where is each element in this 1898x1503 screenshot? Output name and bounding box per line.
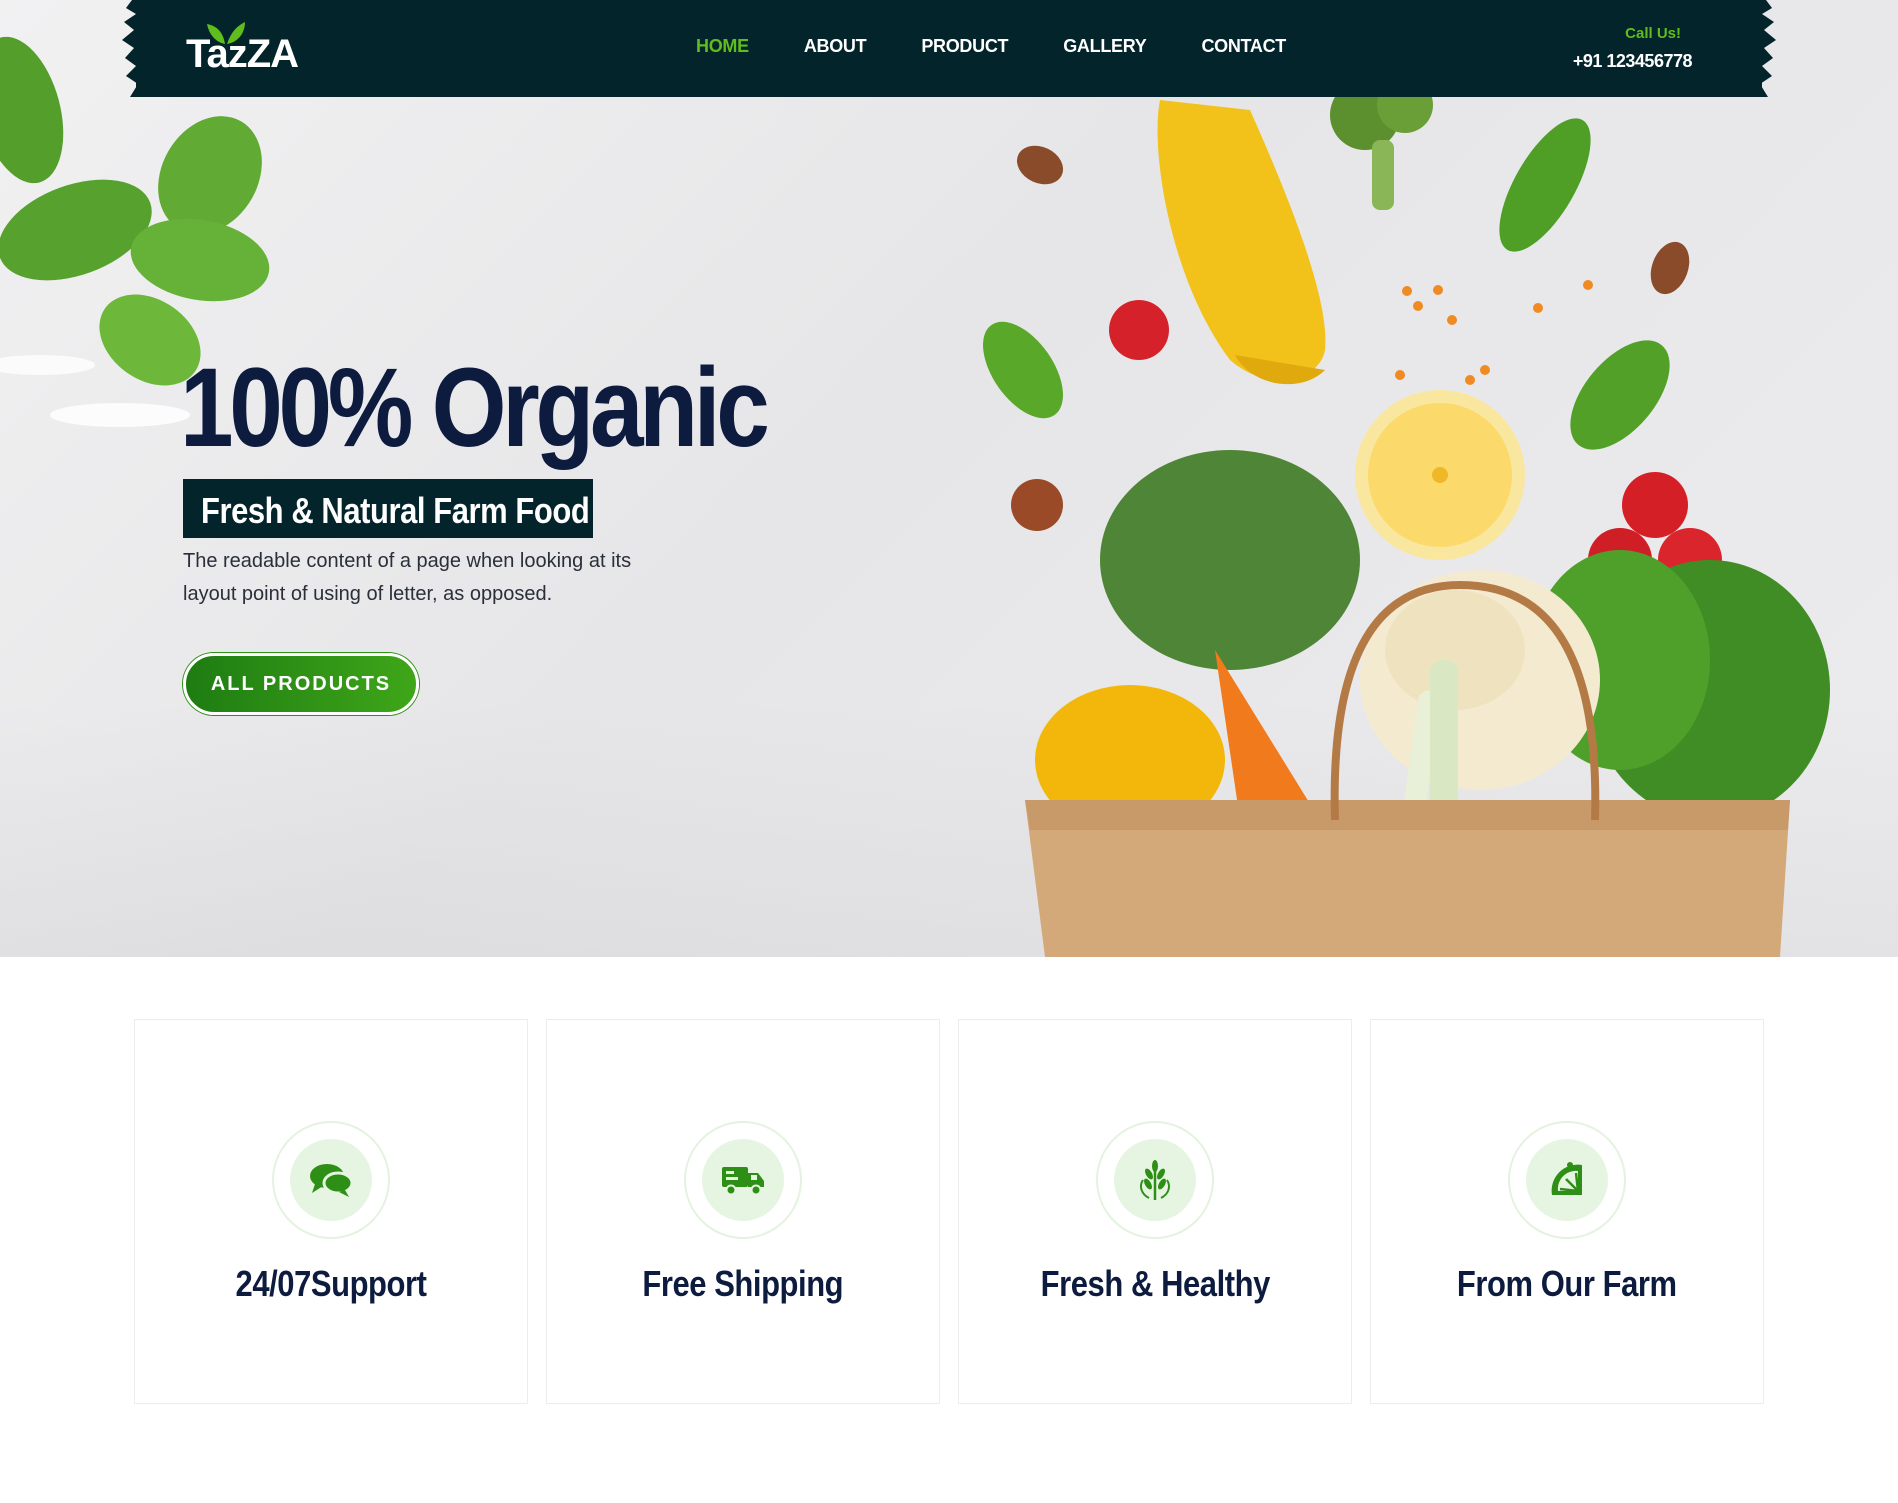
hero-subtitle: Fresh & Natural Farm Food bbox=[201, 490, 590, 531]
hero-description: The readable content of a page when look… bbox=[183, 550, 632, 605]
call-us-label: Call Us! bbox=[1625, 25, 1681, 42]
nav-item-about[interactable]: ABOUT bbox=[804, 36, 867, 57]
feature-title-shipping: Free Shipping bbox=[642, 1263, 844, 1304]
call-us-phone[interactable]: +91 123456778 bbox=[1573, 51, 1693, 72]
hero-title: 100% Organic bbox=[180, 345, 770, 470]
hero-banner: TazZA HOME ABOUT PRODUCT GALLERY CONTACT… bbox=[0, 0, 1898, 957]
feature-title-fresh: Fresh & Healthy bbox=[1040, 1263, 1270, 1304]
hero-subtitle-banner: Fresh & Natural Farm Food bbox=[183, 479, 593, 538]
feature-icon-ring bbox=[684, 1121, 802, 1239]
nav-item-home[interactable]: HOME bbox=[696, 36, 749, 57]
feature-icon-ring bbox=[272, 1121, 390, 1239]
feature-title-farm: From Our Farm bbox=[1457, 1263, 1677, 1304]
feature-card-farm: From Our Farm bbox=[1370, 1019, 1764, 1404]
features-section: 24/07Support Free Shipping Fresh & Healt… bbox=[134, 1019, 1765, 1404]
chat-bubbles-icon bbox=[310, 1164, 354, 1197]
top-navbar: TazZA HOME ABOUT PRODUCT GALLERY CONTACT… bbox=[122, 0, 1776, 97]
lime-slice-icon bbox=[1551, 1162, 1582, 1195]
feature-icon-ring bbox=[1096, 1121, 1214, 1239]
wheat-icon bbox=[1140, 1160, 1170, 1200]
brand-logo[interactable]: TazZA bbox=[186, 32, 299, 77]
feature-card-support: 24/07Support bbox=[134, 1019, 528, 1404]
main-navigation: HOME ABOUT PRODUCT GALLERY CONTACT bbox=[696, 36, 1341, 57]
navbar-brush-edge-left bbox=[122, 0, 150, 97]
feature-card-shipping: Free Shipping bbox=[546, 1019, 940, 1404]
feature-icon-ring bbox=[1508, 1121, 1626, 1239]
nav-item-contact[interactable]: CONTACT bbox=[1201, 36, 1286, 57]
navbar-brush-edge-right bbox=[1748, 0, 1776, 97]
feature-card-fresh: Fresh & Healthy bbox=[958, 1019, 1352, 1404]
delivery-truck-icon bbox=[722, 1167, 764, 1196]
nav-item-product[interactable]: PRODUCT bbox=[921, 36, 1008, 57]
all-products-button[interactable]: ALL PRODUCTS bbox=[183, 653, 419, 715]
feature-title-support: 24/07Support bbox=[235, 1263, 427, 1304]
nav-item-gallery[interactable]: GALLERY bbox=[1063, 36, 1147, 57]
